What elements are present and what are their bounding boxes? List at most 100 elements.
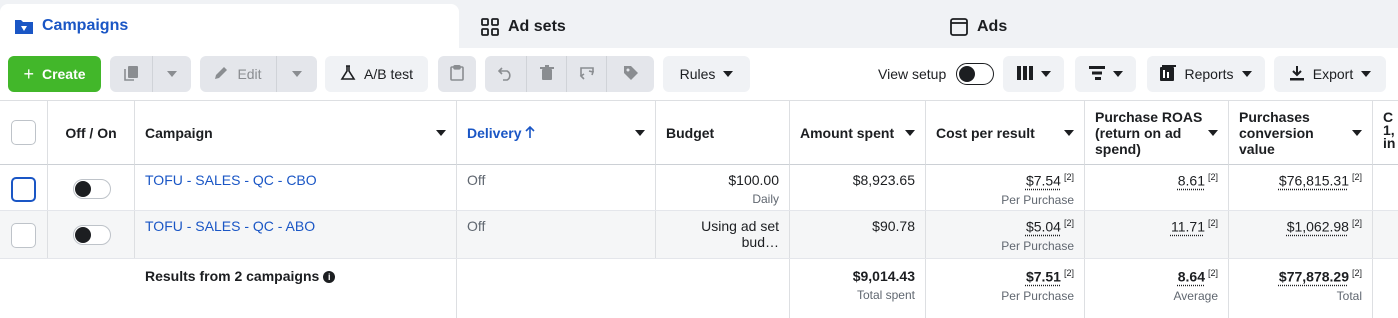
- undo-button[interactable]: [485, 56, 526, 92]
- delete-button[interactable]: [526, 56, 566, 92]
- ads-window-icon: [949, 18, 969, 36]
- header-next-line: in: [1383, 135, 1396, 151]
- summary-roas-value[interactable]: 8.64: [1178, 269, 1205, 285]
- summary-roas-cell: 8.64 [2] Average: [1085, 259, 1229, 318]
- header-delivery[interactable]: Delivery: [457, 101, 656, 165]
- row-checkbox[interactable]: [11, 177, 36, 202]
- header-budget-label: Budget: [666, 124, 715, 141]
- delivery-cell: Off: [457, 165, 656, 210]
- clipboard-icon: [450, 64, 464, 84]
- rules-label: Rules: [679, 66, 716, 82]
- chevron-down-icon[interactable]: [1352, 129, 1362, 136]
- footnote-marker: [2]: [1063, 268, 1074, 278]
- cost-per-result-value[interactable]: $7.54: [1026, 173, 1061, 189]
- tab-ads[interactable]: Ads: [935, 6, 1398, 48]
- header-amount-spent[interactable]: Amount spent: [790, 101, 926, 165]
- view-setup-label: View setup: [878, 66, 947, 82]
- campaign-name-cell: TOFU - SALES - QC - ABO: [135, 211, 457, 258]
- toggle-knob: [75, 181, 91, 197]
- ab-test-button[interactable]: A/B test: [325, 56, 428, 92]
- header-purchase-roas-line: Purchase ROAS: [1095, 108, 1203, 125]
- chevron-down-icon[interactable]: [905, 129, 915, 136]
- pencil-icon: [214, 65, 229, 83]
- create-button[interactable]: + Create: [8, 56, 101, 92]
- duplicate-button[interactable]: [110, 56, 152, 92]
- toggle-knob: [959, 66, 976, 82]
- summary-label-cell: Results from 2 campaigns i: [135, 259, 457, 318]
- cost-per-result-cell: $5.04 [2] Per Purchase: [926, 211, 1085, 258]
- campaigns-folder-icon: [14, 17, 34, 35]
- cost-per-result-sub: Per Purchase: [1001, 238, 1074, 253]
- tab-label: Ads: [977, 18, 1008, 35]
- duplicate-dropdown-button[interactable]: [152, 56, 191, 92]
- amount-spent-value: $90.78: [872, 218, 915, 234]
- cost-per-result-value[interactable]: $5.04: [1026, 219, 1061, 235]
- rules-button[interactable]: Rules: [663, 56, 750, 92]
- header-campaign[interactable]: Campaign: [135, 101, 457, 165]
- preview-button[interactable]: [566, 56, 606, 92]
- pcv-value[interactable]: $76,815.31: [1279, 173, 1349, 189]
- table-header-row: Off / On Campaign Delivery Budget Amount…: [0, 101, 1398, 165]
- view-setup: View setup: [878, 56, 995, 92]
- breakdown-button[interactable]: [1075, 56, 1136, 92]
- edit-button[interactable]: Edit: [200, 56, 276, 92]
- clipboard-button[interactable]: [438, 56, 476, 92]
- chevron-down-icon: [1112, 71, 1123, 77]
- tag-button[interactable]: [606, 56, 654, 92]
- tab-campaigns[interactable]: Campaigns: [0, 4, 459, 48]
- roas-value[interactable]: 8.61: [1178, 173, 1205, 189]
- campaign-name-link[interactable]: TOFU - SALES - QC - CBO: [145, 172, 317, 188]
- header-pcv-label: Purchases conversion value: [1239, 109, 1352, 157]
- campaigns-table: Off / On Campaign Delivery Budget Amount…: [0, 101, 1398, 318]
- roas-value[interactable]: 11.71: [1171, 219, 1205, 235]
- header-next-label: C 1, in: [1383, 110, 1396, 151]
- export-label: Export: [1312, 66, 1354, 82]
- header-purchase-roas-line: spend): [1095, 140, 1141, 157]
- select-all-checkbox[interactable]: [11, 120, 36, 145]
- budget-cell[interactable]: $100.00 Daily: [656, 165, 790, 210]
- info-icon[interactable]: i: [323, 271, 336, 284]
- export-button[interactable]: Export: [1274, 56, 1386, 92]
- budget-value: Using ad set bud…: [701, 218, 779, 250]
- summary-pcv-value[interactable]: $77,878.29: [1279, 269, 1349, 285]
- summary-cost-per-result-value[interactable]: $7.51: [1026, 269, 1061, 285]
- header-select-all-cell: [0, 101, 48, 165]
- campaign-toggle[interactable]: [73, 179, 111, 199]
- chevron-down-icon[interactable]: [635, 129, 645, 136]
- ab-test-label: A/B test: [363, 66, 414, 82]
- chevron-down-icon[interactable]: [436, 129, 446, 136]
- view-setup-toggle[interactable]: [956, 63, 995, 85]
- pcv-value[interactable]: $1,062.98: [1287, 219, 1349, 235]
- delivery-status: Off: [467, 172, 486, 188]
- tab-ad-sets[interactable]: Ad sets: [466, 6, 928, 48]
- chevron-down-icon[interactable]: [1064, 129, 1074, 136]
- summary-pcv-cell: $77,878.29 [2] Total: [1229, 259, 1373, 318]
- header-budget[interactable]: Budget: [656, 101, 790, 165]
- chevron-down-icon[interactable]: [1208, 129, 1218, 136]
- reports-button[interactable]: Reports: [1147, 56, 1265, 92]
- table-row[interactable]: TOFU - SALES - QC - CBO Off $100.00 Dail…: [0, 165, 1398, 211]
- columns-button[interactable]: [1003, 56, 1064, 92]
- campaign-toggle[interactable]: [73, 225, 111, 245]
- edit-dropdown-button[interactable]: [276, 56, 317, 92]
- header-campaign-label: Campaign: [145, 124, 213, 141]
- header-next-column[interactable]: C 1, in: [1373, 101, 1398, 165]
- budget-cell[interactable]: Using ad set bud…: [656, 211, 790, 258]
- budget-sub: Daily: [752, 192, 779, 206]
- roas-cell: 11.71 [2]: [1085, 211, 1229, 258]
- summary-pcv-sub: Total: [1336, 288, 1362, 303]
- table-row[interactable]: TOFU - SALES - QC - ABO Off Using ad set…: [0, 211, 1398, 259]
- campaign-name-link[interactable]: TOFU - SALES - QC - ABO: [145, 218, 315, 234]
- row-select-cell: [0, 211, 48, 258]
- header-pcv-line: conversion value: [1239, 124, 1314, 157]
- row-checkbox[interactable]: [11, 223, 36, 248]
- header-cost-per-result[interactable]: Cost per result: [926, 101, 1085, 165]
- header-off-on[interactable]: Off / On: [48, 101, 135, 165]
- reports-label: Reports: [1184, 66, 1234, 82]
- chevron-down-icon: [1361, 71, 1372, 77]
- chevron-down-icon: [1040, 71, 1051, 77]
- summary-spacer: [0, 259, 135, 318]
- header-purchases-conversion-value[interactable]: Purchases conversion value: [1229, 101, 1373, 165]
- header-purchase-roas[interactable]: Purchase ROAS (return on ad spend): [1085, 101, 1229, 165]
- campaign-toolbar: + Create Edit A/B test Rules View setup …: [0, 48, 1398, 101]
